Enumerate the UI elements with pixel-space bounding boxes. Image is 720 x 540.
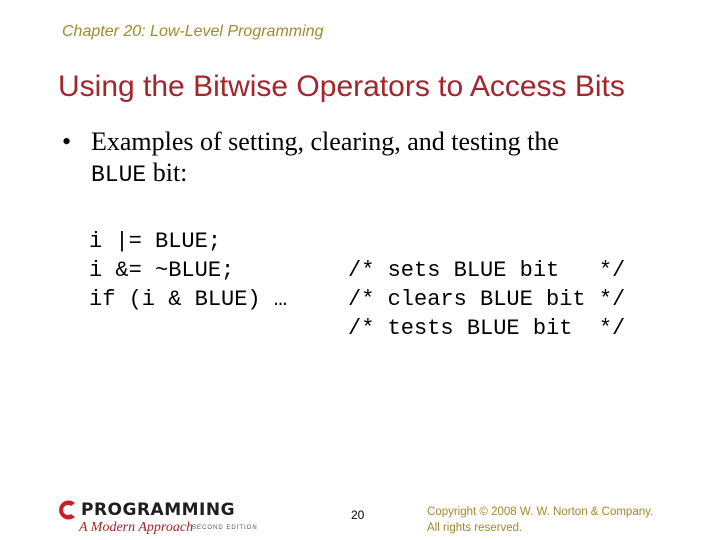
code-comment: /* sets BLUE bit */ (348, 258, 626, 283)
copyright-notice: Copyright © 2008 W. W. Norton & Company.… (427, 504, 653, 536)
logo-edition: SECOND EDITION (192, 525, 258, 531)
bullet-text-end: bit: (146, 158, 188, 187)
logo-subtitle: A Modern Approach (79, 520, 194, 535)
bullet-code-word: BLUE (91, 162, 147, 188)
code-line: i |= BLUE; /* sets BLUE bit */ (89, 198, 625, 283)
copyright-line: Copyright © 2008 W. W. Norton & Company. (427, 506, 654, 518)
page-number: 20 (351, 508, 365, 522)
copyright-line: All rights reserved. (427, 522, 523, 534)
code-comment: /* clears BLUE bit */ (348, 287, 626, 312)
bullet-icon: • (62, 127, 72, 156)
code-line: if (i & BLUE) … /* tests BLUE bit */ (89, 256, 625, 341)
code-line: i &= ~BLUE; /* clears BLUE bit */ (89, 227, 625, 312)
code-block: i |= BLUE; /* sets BLUE bit */ i &= ~BLU… (89, 198, 625, 341)
chapter-header: Chapter 20: Low-Level Programming (62, 23, 324, 40)
book-logo: PROGRAMMING A Modern Approach SECOND EDI… (55, 498, 270, 540)
bullet-text-intro: Examples of setting, clearing, and testi… (91, 127, 559, 156)
code-statement: if (i & BLUE) … (89, 287, 288, 312)
logo-wordmark: PROGRAMMING (81, 500, 236, 520)
slide-title: Using the Bitwise Operators to Access Bi… (58, 70, 625, 103)
code-comment: /* tests BLUE bit */ (348, 316, 626, 341)
logo-c-icon (59, 500, 75, 520)
bullet-text: Examples of setting, clearing, and testi… (91, 126, 661, 191)
